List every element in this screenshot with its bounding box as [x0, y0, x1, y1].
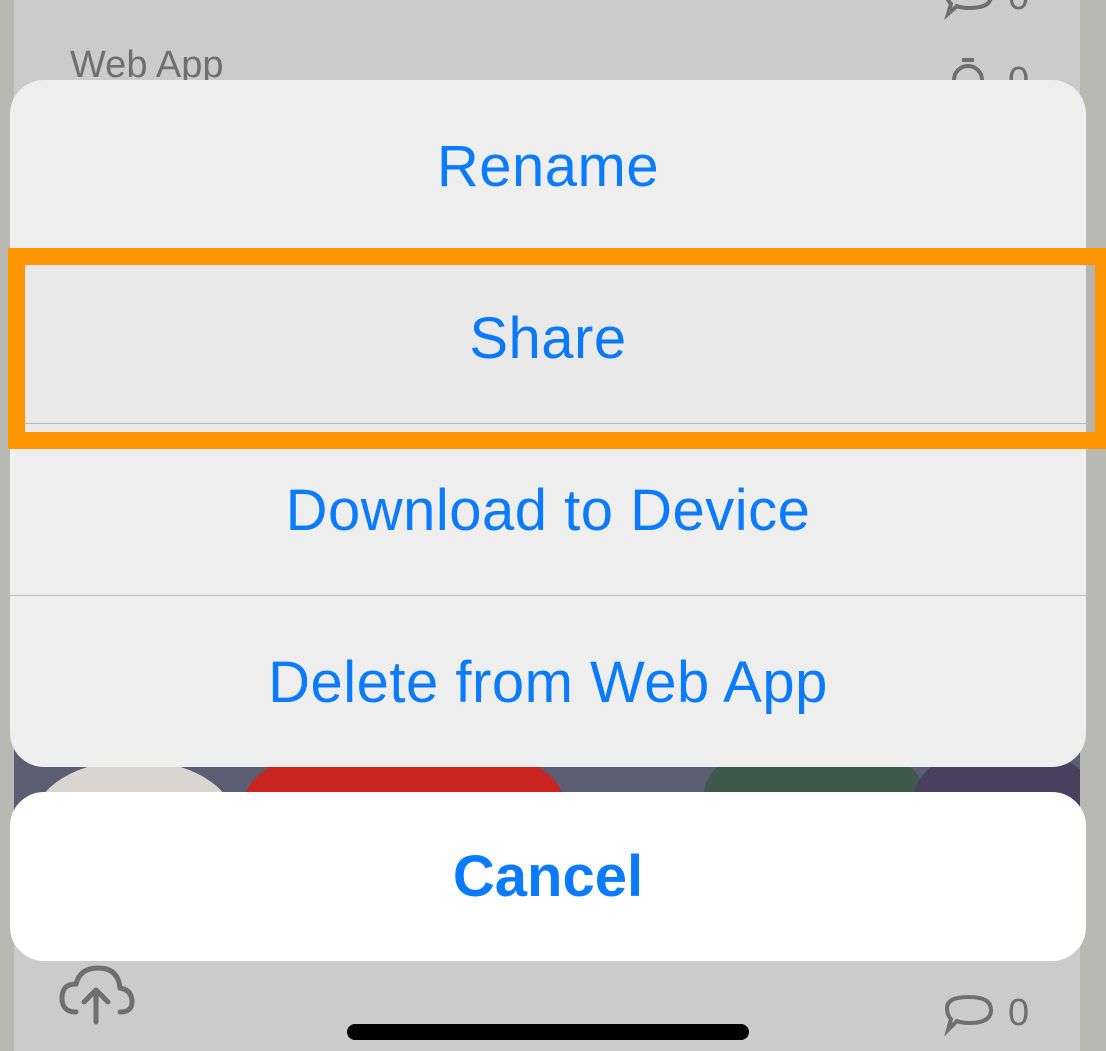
action-sheet: Rename Share Download to Device Delete f…: [10, 80, 1086, 767]
download-action[interactable]: Download to Device: [10, 424, 1086, 596]
cancel-button-label: Cancel: [452, 844, 644, 909]
comment-icon-top: [942, 0, 996, 27]
cloud-upload-icon-top: [72, 0, 132, 15]
download-action-label: Download to Device: [285, 477, 811, 543]
share-action-label: Share: [469, 305, 627, 371]
comment-count-top: 0: [1008, 0, 1029, 16]
rename-action-label: Rename: [436, 133, 660, 199]
rename-action[interactable]: Rename: [10, 80, 1086, 252]
cloud-upload-icon: [58, 962, 136, 1031]
home-indicator[interactable]: [347, 1024, 749, 1040]
background-item-title: Web App: [70, 44, 224, 86]
delete-action-label: Delete from Web App: [268, 649, 828, 715]
delete-action[interactable]: Delete from Web App: [10, 596, 1086, 767]
comment-count: 0: [1008, 992, 1030, 1034]
share-action[interactable]: Share: [10, 252, 1086, 424]
comment-icon: [942, 994, 996, 1041]
cancel-button[interactable]: Cancel: [10, 792, 1086, 961]
